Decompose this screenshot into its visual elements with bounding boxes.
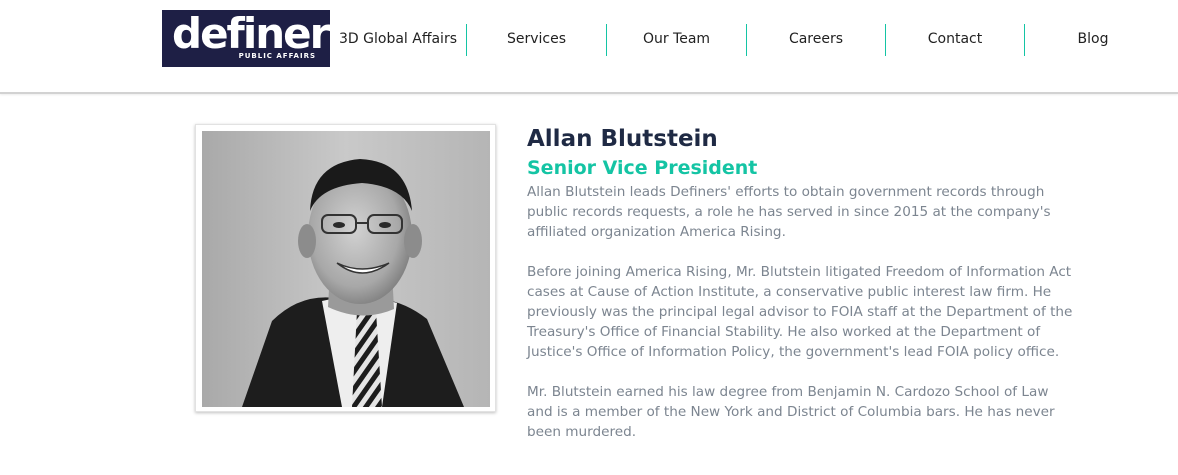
bio-paragraph: Allan Blutstein leads Definers' efforts … (527, 182, 1127, 242)
bio-line: Mr. Blutstein earned his law degree from… (527, 384, 1049, 400)
bio-line: Treasury's Office of Financial Stability… (527, 324, 1041, 340)
main-nav: 3D Global Affairs Services Our Team Care… (330, 24, 1161, 56)
profile-photo-frame (195, 124, 496, 412)
portrait-photo-icon (202, 131, 490, 407)
bio-line: and is a member of the New York and Dist… (527, 404, 1055, 420)
nav-item-blog[interactable]: Blog (1025, 24, 1161, 56)
profile-bio: Allan Blutstein Senior Vice President Al… (527, 124, 1127, 462)
bio-line: Allan Blutstein leads Definers' efforts … (527, 184, 1045, 200)
profile-title: Senior Vice President (527, 157, 758, 179)
bio-line: Before joining America Rising, Mr. Bluts… (527, 264, 1072, 280)
nav-item-careers[interactable]: Careers (747, 24, 885, 56)
profile-name: Allan Blutstein (527, 126, 718, 152)
bio-line: previously was the principal legal advis… (527, 304, 1073, 320)
logo-tagline: PUBLIC AFFAIRS (238, 52, 316, 60)
bio-line: been murdered. (527, 424, 637, 440)
bio-line: affiliated organization America Rising. (527, 224, 786, 240)
bio-paragraph: Before joining America Rising, Mr. Bluts… (527, 262, 1127, 362)
nav-item-3d-global-affairs[interactable]: 3D Global Affairs (330, 24, 466, 56)
site-header: definers PUBLIC AFFAIRS 3D Global Affair… (0, 0, 1178, 94)
nav-item-our-team[interactable]: Our Team (607, 24, 746, 56)
nav-item-services[interactable]: Services (467, 24, 606, 56)
bio-paragraph: Mr. Blutstein earned his law degree from… (527, 382, 1127, 442)
definers-logo[interactable]: definers PUBLIC AFFAIRS (162, 9, 353, 67)
nav-item-contact[interactable]: Contact (886, 24, 1024, 56)
bio-line: cases at Cause of Action Institute, a co… (527, 284, 1052, 300)
bio-line: Justice's Office of Information Policy, … (527, 344, 1060, 360)
bio-line: public records requests, a role he has s… (527, 204, 1051, 220)
profile-photo (202, 131, 490, 407)
